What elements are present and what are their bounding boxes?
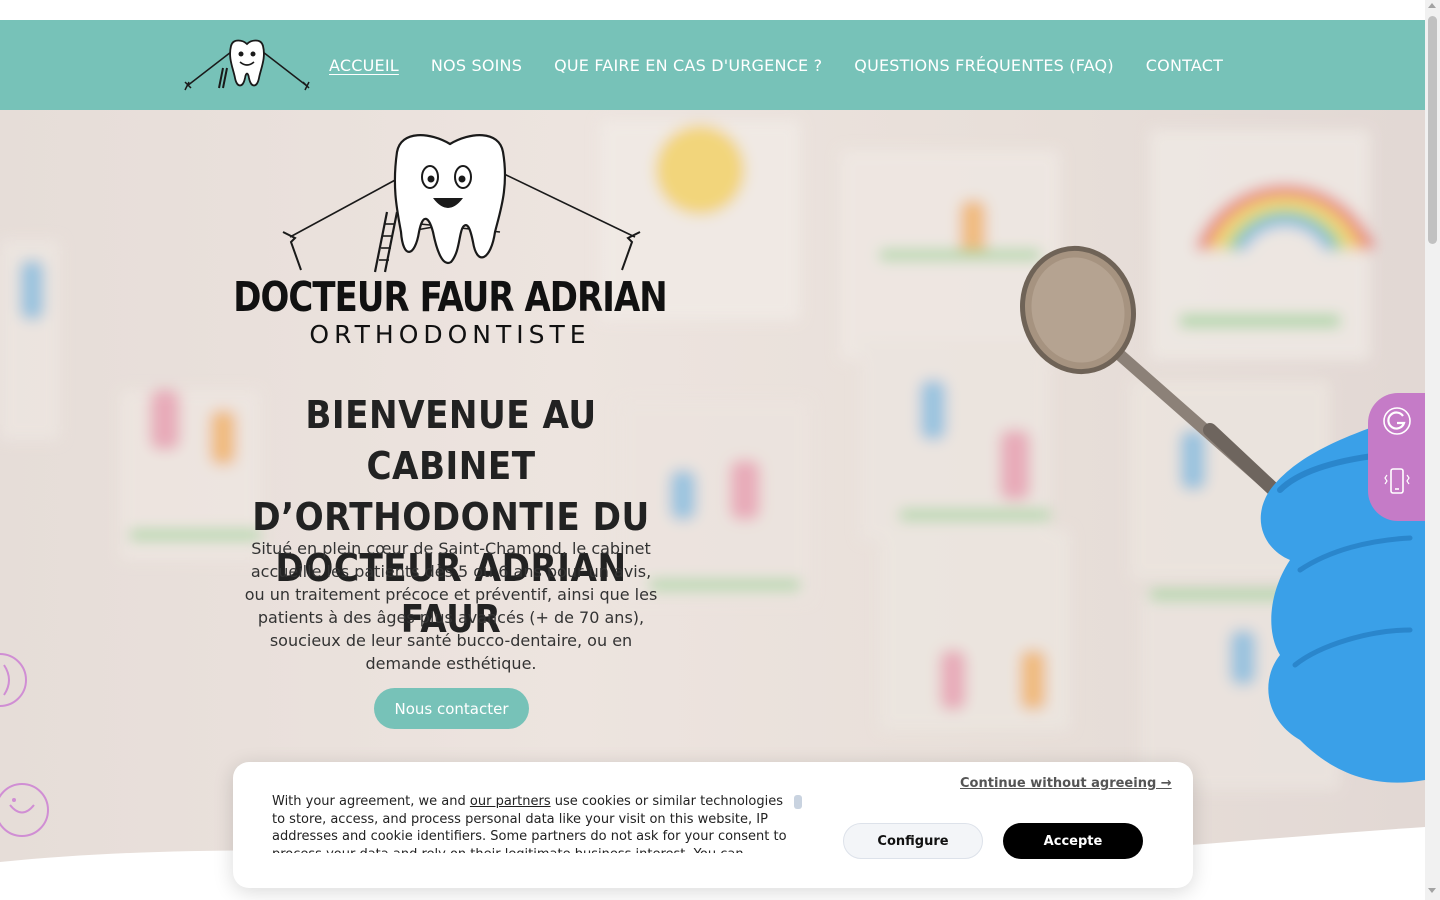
nav-accueil[interactable]: ACCUEIL bbox=[329, 56, 399, 75]
google-icon[interactable] bbox=[1381, 405, 1413, 437]
cookie-text-scrollbar[interactable] bbox=[794, 795, 802, 809]
main-nav: ACCUEIL NOS SOINS QUE FAIRE EN CAS D'URG… bbox=[329, 20, 1223, 110]
brand-logo-tooth bbox=[282, 134, 641, 273]
nav-faq[interactable]: QUESTIONS FRÉQUENTES (FAQ) bbox=[854, 56, 1113, 75]
page-scrollbar[interactable] bbox=[1425, 0, 1440, 900]
nav-contact[interactable]: CONTACT bbox=[1146, 56, 1223, 75]
side-contact-widget bbox=[1368, 393, 1425, 521]
left-decoration-icons bbox=[0, 653, 49, 837]
brand-name: DOCTEUR FAUR ADRIAN bbox=[233, 273, 668, 321]
scroll-up-arrow-icon[interactable] bbox=[1428, 3, 1436, 8]
partners-link[interactable]: our partners bbox=[470, 794, 551, 809]
contact-button[interactable]: Nous contacter bbox=[374, 688, 529, 729]
cookie-text-part: With your agreement, we and bbox=[272, 794, 470, 809]
configure-button[interactable]: Configure bbox=[843, 823, 983, 859]
cookie-text: With your agreement, we and our partners… bbox=[272, 793, 792, 853]
cookie-banner: With your agreement, we and our partners… bbox=[233, 762, 1193, 888]
continue-without-agreeing-link[interactable]: Continue without agreeing → bbox=[960, 776, 1172, 791]
site-header: ACCUEIL NOS SOINS QUE FAIRE EN CAS D'URG… bbox=[0, 20, 1425, 110]
accept-button[interactable]: Accepte bbox=[1003, 823, 1143, 859]
nav-nos-soins[interactable]: NOS SOINS bbox=[431, 56, 522, 75]
scrollbar-thumb[interactable] bbox=[1428, 16, 1437, 244]
header-logo[interactable] bbox=[183, 38, 311, 94]
phone-icon[interactable] bbox=[1381, 465, 1413, 497]
top-strip bbox=[0, 0, 1425, 20]
nav-urgence[interactable]: QUE FAIRE EN CAS D'URGENCE ? bbox=[554, 56, 822, 75]
brand-subtitle: ORTHODONTISTE bbox=[309, 320, 591, 349]
scroll-down-arrow-icon[interactable] bbox=[1428, 888, 1436, 893]
hero-description: Situé en plein cœur de Saint-Chamond, le… bbox=[244, 539, 658, 673]
